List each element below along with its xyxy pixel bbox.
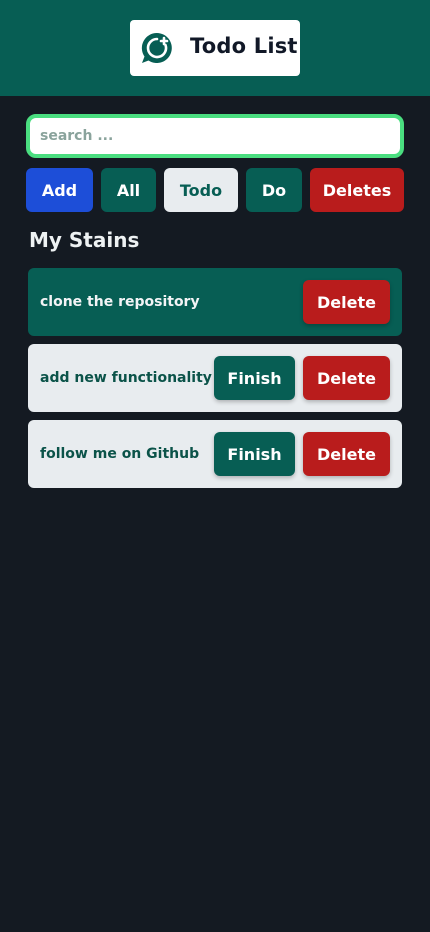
app-title: Todo List (190, 34, 298, 58)
delete-button[interactable]: Delete (303, 356, 390, 400)
search-field[interactable] (26, 114, 404, 158)
add-button[interactable]: Add (26, 168, 93, 212)
chat-plus-icon (141, 32, 172, 63)
todo-item: clone the repository Delete (28, 268, 402, 336)
finish-button[interactable]: Finish (214, 356, 295, 400)
finish-button[interactable]: Finish (214, 432, 295, 476)
todo-item: follow me on Github Finish Delete (28, 420, 402, 488)
filter-do-button[interactable]: Do (246, 168, 302, 212)
filter-deletes-button[interactable]: Deletes (310, 168, 404, 212)
filter-all-button[interactable]: All (101, 168, 156, 212)
todo-text: add new functionality (40, 370, 212, 386)
section-title: My Stains (29, 228, 140, 252)
todo-item: add new functionality Finish Delete (28, 344, 402, 412)
todo-text: follow me on Github (40, 446, 200, 462)
app-logo: Todo List (130, 20, 300, 76)
todo-text: clone the repository (40, 294, 200, 310)
app-header: Todo List (0, 0, 430, 96)
search-input[interactable] (30, 118, 400, 154)
filter-todo-button[interactable]: Todo (164, 168, 238, 212)
delete-button[interactable]: Delete (303, 280, 390, 324)
delete-button[interactable]: Delete (303, 432, 390, 476)
